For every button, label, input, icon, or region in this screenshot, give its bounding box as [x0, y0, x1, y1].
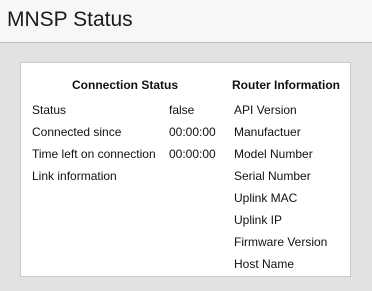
status-label: Status	[32, 103, 67, 117]
status-panel: Connection Status Router Information Sta…	[20, 62, 351, 277]
api-version-label: API Version	[234, 103, 297, 117]
status-value: false	[169, 103, 195, 117]
link-information-label: Link information	[32, 169, 117, 183]
connected-since-label: Connected since	[32, 125, 122, 139]
connected-since-value: 00:00:00	[169, 125, 216, 139]
model-number-label: Model Number	[234, 147, 313, 161]
router-information-header: Router Information	[232, 78, 340, 92]
uplink-ip-label: Uplink IP	[234, 213, 283, 227]
time-left-value: 00:00:00	[169, 147, 216, 161]
time-left-label: Time left on connection	[32, 147, 156, 161]
host-name-label: Host Name	[234, 257, 295, 271]
serial-number-label: Serial Number	[234, 169, 311, 183]
connection-status-header: Connection Status	[72, 78, 179, 92]
uplink-mac-label: Uplink MAC	[234, 191, 298, 205]
manufacturer-label: Manufactuer	[234, 125, 301, 139]
firmware-version-label: Firmware Version	[234, 235, 328, 249]
window-title: MNSP Status	[7, 8, 133, 31]
window-title-bar: MNSP Status	[0, 0, 372, 43]
